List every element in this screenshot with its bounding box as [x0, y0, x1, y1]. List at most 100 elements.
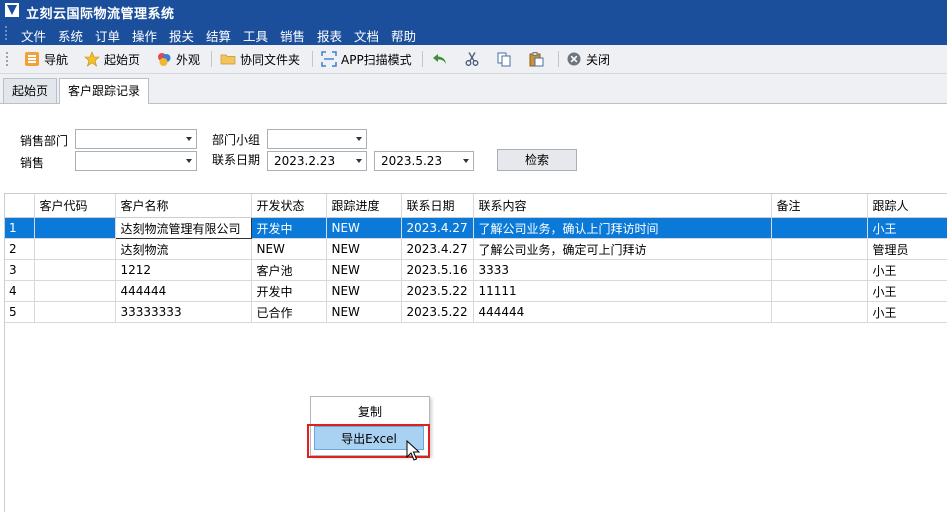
appearance-button[interactable]: 外观	[156, 49, 200, 69]
undo-icon	[433, 54, 446, 64]
search-button[interactable]: 检索	[497, 149, 577, 171]
toolbar-separator	[558, 51, 559, 67]
cell-contact-content[interactable]: 了解公司业务，确定可上门拜访	[473, 238, 772, 260]
navigation-icon	[25, 52, 39, 66]
cell-remarks[interactable]	[771, 217, 868, 239]
col-header-contact-date[interactable]: 联系日期	[401, 194, 474, 218]
cell-customer-code[interactable]	[34, 217, 116, 239]
col-header-row-number[interactable]	[5, 194, 35, 218]
cell-contact-content[interactable]: 444444	[473, 301, 772, 323]
chevron-down-icon	[356, 137, 362, 141]
close-icon	[567, 52, 581, 66]
appearance-label: 外观	[176, 52, 201, 67]
cell-contact-date[interactable]: 2023.4.27	[401, 238, 474, 260]
cell-customer-name[interactable]: 1212	[115, 259, 252, 281]
cell-contact-content[interactable]: 了解公司业务，确认上门拜访时间	[473, 217, 772, 239]
col-header-tracker[interactable]: 跟踪人	[867, 194, 947, 218]
cell-contact-date[interactable]: 2023.5.16	[401, 259, 474, 281]
menu-help[interactable]: 帮助	[391, 26, 416, 45]
menu-settlement[interactable]: 结算	[206, 26, 231, 45]
table-row[interactable]: 4 444444 开发中 NEW 2023.5.22 11111 小王	[5, 280, 947, 302]
cell-tracking-progress[interactable]: NEW	[326, 301, 402, 323]
col-header-dev-status[interactable]: 开发状态	[251, 194, 327, 218]
cell-tracking-progress[interactable]: NEW	[326, 217, 402, 239]
cell-tracker[interactable]: 管理员	[867, 238, 947, 260]
close-button[interactable]: 关闭	[566, 49, 610, 69]
col-header-contact-content[interactable]: 联系内容	[473, 194, 772, 218]
sales-select[interactable]	[75, 151, 197, 171]
cell-dev-status[interactable]: 已合作	[251, 301, 327, 323]
cell-remarks[interactable]	[771, 238, 868, 260]
menu-system[interactable]: 系统	[58, 26, 83, 45]
folder-icon	[220, 54, 236, 65]
toolbar-separator	[211, 51, 212, 67]
scissors-icon	[465, 52, 479, 66]
cell-dev-status[interactable]: 开发中	[251, 280, 327, 302]
undo-button[interactable]	[432, 49, 448, 69]
menu-sales[interactable]: 销售	[280, 26, 305, 45]
menu-documents[interactable]: 文档	[354, 26, 379, 45]
app-scan-button[interactable]: APP扫描模式	[321, 49, 412, 69]
cell-customer-name[interactable]: 达刻物流	[115, 238, 252, 260]
table-row[interactable]: 2 达刻物流 NEW NEW 2023.4.27 了解公司业务，确定可上门拜访 …	[5, 238, 947, 260]
cut-button[interactable]	[464, 49, 480, 69]
menu-orders[interactable]: 订单	[95, 26, 120, 45]
copy-button[interactable]	[496, 49, 512, 69]
cell-dev-status[interactable]: 开发中	[251, 217, 327, 239]
home-label: 起始页	[104, 52, 141, 67]
col-header-remarks[interactable]: 备注	[771, 194, 868, 218]
context-menu-copy[interactable]: 复制	[311, 401, 429, 423]
cell-customer-name[interactable]: 达刻物流管理有限公司	[114, 217, 252, 239]
paste-button[interactable]	[528, 49, 544, 69]
cell-customer-code[interactable]	[34, 259, 116, 281]
date-from-picker[interactable]: 2023.2.23	[267, 151, 367, 171]
shared-folder-label: 协同文件夹	[240, 52, 301, 67]
tab-start-page[interactable]: 起始页	[3, 78, 58, 103]
cell-tracking-progress[interactable]: NEW	[326, 259, 402, 281]
menu-tools[interactable]: 工具	[243, 26, 268, 45]
cell-tracking-progress[interactable]: NEW	[326, 280, 402, 302]
cell-tracker[interactable]: 小王	[867, 217, 947, 239]
tab-customer-tracking[interactable]: 客户跟踪记录	[59, 78, 150, 104]
col-header-tracking-progress[interactable]: 跟踪进度	[326, 194, 402, 218]
cell-contact-content[interactable]: 11111	[473, 280, 772, 302]
cell-customer-code[interactable]	[34, 238, 116, 260]
toolbar-separator	[312, 51, 313, 67]
menu-grip	[5, 26, 7, 40]
cell-remarks[interactable]	[771, 301, 868, 323]
table-row[interactable]: 3 1212 客户池 NEW 2023.5.16 3333 小王	[5, 259, 947, 281]
cell-tracker[interactable]: 小王	[867, 259, 947, 281]
menu-operations[interactable]: 操作	[132, 26, 157, 45]
cell-customer-name[interactable]: 33333333	[115, 301, 252, 323]
date-to-picker[interactable]: 2023.5.23	[374, 151, 474, 171]
nav-button[interactable]: 导航	[24, 49, 68, 69]
col-header-customer-name[interactable]: 客户名称	[115, 194, 252, 218]
menu-file[interactable]: 文件	[21, 26, 46, 45]
date-from-value: 2023.2.23	[274, 154, 336, 168]
cell-tracker[interactable]: 小王	[867, 280, 947, 302]
cell-dev-status[interactable]: 客户池	[251, 259, 327, 281]
mouse-pointer-icon	[406, 440, 420, 461]
menu-customs[interactable]: 报关	[169, 26, 194, 45]
cell-remarks[interactable]	[771, 280, 868, 302]
col-header-customer-code[interactable]: 客户代码	[34, 194, 116, 218]
cell-contact-date[interactable]: 2023.5.22	[401, 280, 474, 302]
cell-customer-code[interactable]	[34, 280, 116, 302]
close-label: 关闭	[586, 52, 611, 67]
cell-customer-name[interactable]: 444444	[115, 280, 252, 302]
table-row[interactable]: 1 达刻物流管理有限公司 开发中 NEW 2023.4.27 了解公司业务，确认…	[5, 217, 947, 239]
dept-group-select[interactable]	[267, 129, 367, 149]
cell-tracking-progress[interactable]: NEW	[326, 238, 402, 260]
table-row[interactable]: 5 33333333 已合作 NEW 2023.5.22 444444 小王	[5, 301, 947, 323]
cell-remarks[interactable]	[771, 259, 868, 281]
menu-reports[interactable]: 报表	[317, 26, 342, 45]
sales-dept-select[interactable]	[75, 129, 197, 149]
cell-customer-code[interactable]	[34, 301, 116, 323]
cell-contact-date[interactable]: 2023.5.22	[401, 301, 474, 323]
cell-tracker[interactable]: 小王	[867, 301, 947, 323]
cell-contact-content[interactable]: 3333	[473, 259, 772, 281]
cell-dev-status[interactable]: NEW	[251, 238, 327, 260]
home-button[interactable]: 起始页	[84, 49, 140, 69]
shared-folder-button[interactable]: 协同文件夹	[220, 49, 300, 69]
cell-contact-date[interactable]: 2023.4.27	[401, 217, 474, 239]
